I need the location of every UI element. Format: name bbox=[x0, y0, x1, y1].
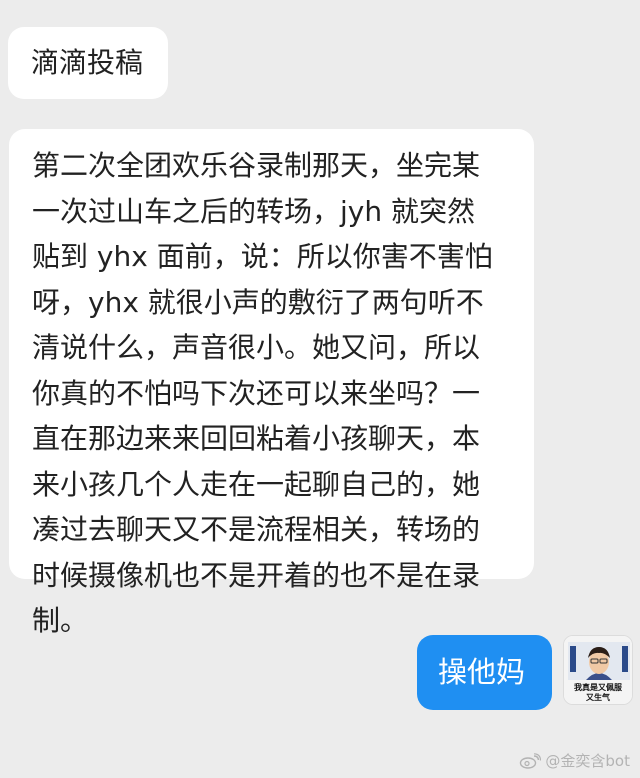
message-bubble-incoming: 滴滴投稿 bbox=[8, 27, 168, 99]
message-line: 时候摄像机也不是开着的也不是在录 bbox=[32, 558, 481, 592]
message-line: 来小孩几个人走在一起聊自己的，她 bbox=[32, 467, 481, 501]
message-text: 滴滴投稿 bbox=[31, 46, 144, 79]
message-line: 贴到 yhx 面前，说：所以你害不害怕 bbox=[32, 240, 493, 273]
message-bubble-incoming: 第二次全团欢乐谷录制那天，坐完某 一次过山车之后的转场，jyh 就突然 贴到 y… bbox=[9, 129, 534, 637]
weibo-icon bbox=[520, 752, 542, 769]
avatar-caption: 我真是又佩服 bbox=[574, 683, 622, 692]
avatar-caption: 又生气 bbox=[586, 693, 610, 702]
message-line: 你真的不怕吗下次还可以来坐吗？一 bbox=[32, 376, 481, 410]
message-bubble-outgoing: 操他妈 bbox=[417, 635, 552, 710]
message-line: 呀，yhx 就很小声的敷衍了两句听不 bbox=[32, 285, 484, 319]
message-line: 第二次全团欢乐谷录制那天，坐完某 bbox=[32, 149, 481, 182]
message-text: 操他妈 bbox=[438, 655, 526, 689]
message-line: 凑过去聊天又不是流程相关，转场的 bbox=[32, 513, 481, 546]
watermark-text: @金奕含bot bbox=[545, 752, 630, 770]
avatar[interactable]: 我真是又佩服 又生气 bbox=[563, 635, 633, 705]
watermark: @金奕含bot bbox=[519, 750, 630, 771]
message-line: 直在那边来来回回粘着小孩聊天，本 bbox=[32, 422, 481, 455]
message-line: 一次过山车之后的转场，jyh 就突然 bbox=[32, 194, 475, 228]
message-line: 清说什么，声音很小。她又问，所以 bbox=[32, 331, 481, 364]
